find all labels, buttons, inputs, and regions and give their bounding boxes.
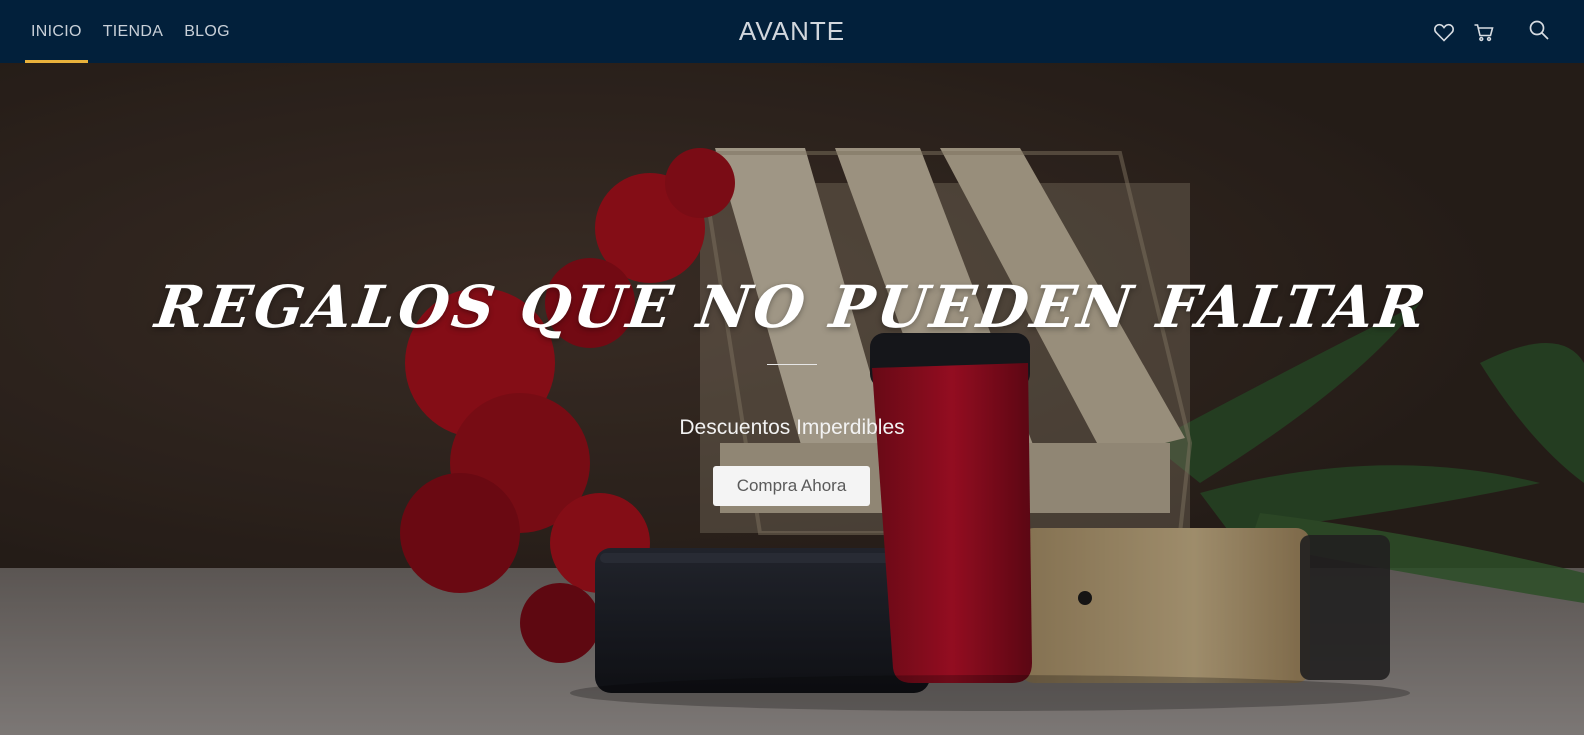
hero-content: REGALOS QUE NO PUEDEN FALTAR Descuentos …: [0, 63, 1584, 735]
hero-banner: REGALOS QUE NO PUEDEN FALTAR Descuentos …: [0, 63, 1584, 735]
hero-divider: [767, 364, 817, 365]
shop-now-button[interactable]: Compra Ahora: [713, 466, 870, 506]
hero-subtitle: Descuentos Imperdibles: [679, 416, 905, 439]
main-nav: INICIO TIENDA BLOG: [25, 0, 245, 63]
heart-icon[interactable]: [1432, 20, 1456, 44]
nav-item-blog[interactable]: BLOG: [178, 0, 236, 63]
cart-icon[interactable]: [1472, 20, 1496, 44]
hero-title: REGALOS QUE NO PUEDEN FALTAR: [151, 273, 1433, 341]
search-icon[interactable]: [1527, 18, 1551, 42]
site-header: INICIO TIENDA BLOG AVANTE: [0, 0, 1584, 63]
nav-item-inicio[interactable]: INICIO: [25, 0, 88, 63]
site-logo[interactable]: AVANTE: [739, 16, 845, 47]
nav-item-tienda[interactable]: TIENDA: [97, 0, 169, 63]
